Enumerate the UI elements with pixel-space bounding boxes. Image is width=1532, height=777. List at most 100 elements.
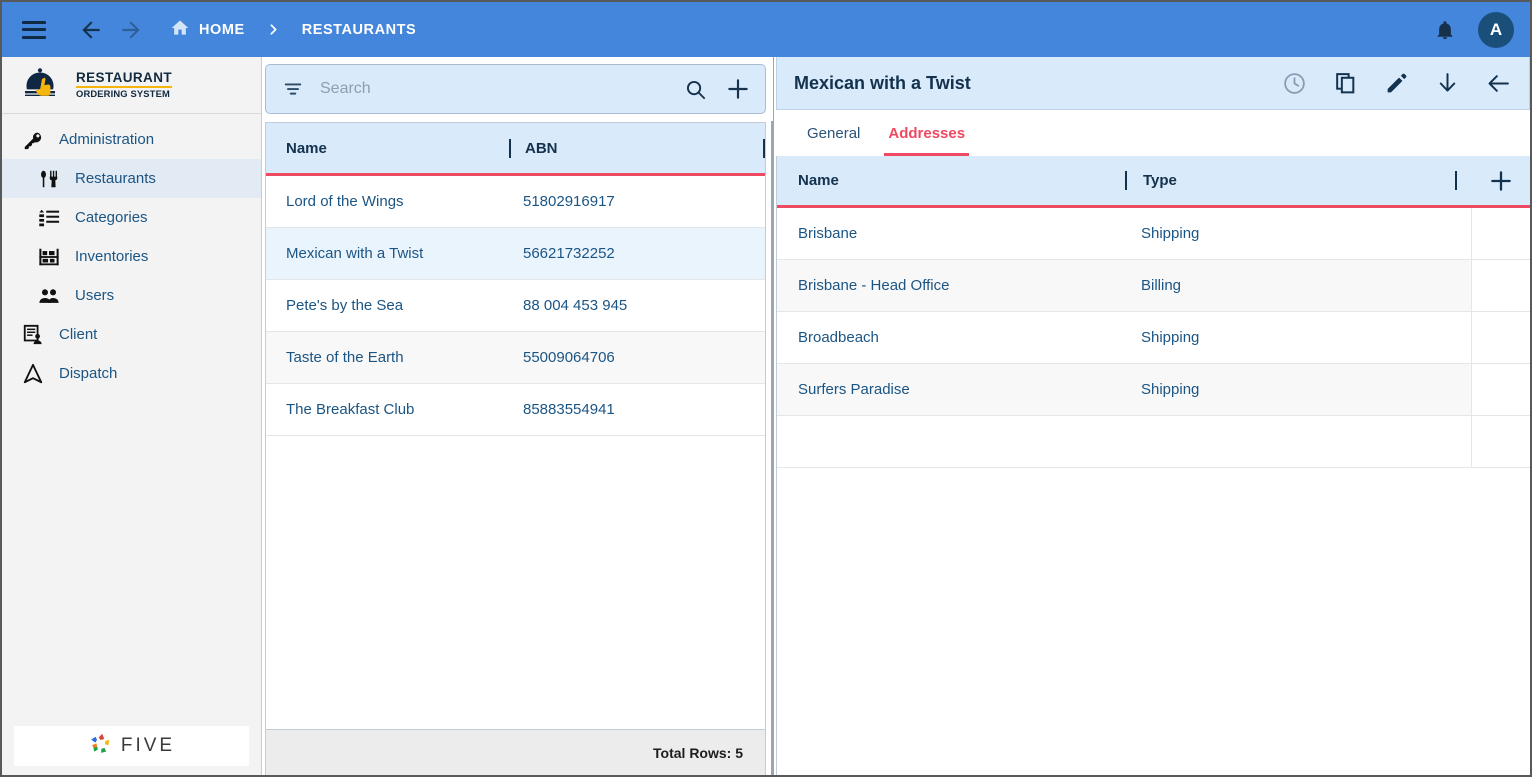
cell-actions	[1472, 364, 1530, 415]
dispatch-arrow-icon	[18, 363, 48, 385]
application-body: RESTAURANT ORDERING SYSTEM Administratio…	[2, 57, 1530, 775]
avatar-initial: A	[1489, 19, 1503, 39]
table-row[interactable]: Surfers Paradise Shipping	[777, 364, 1530, 416]
sidebar-item-label: Users	[75, 287, 115, 304]
table-row[interactable]: Brisbane - Head Office Billing	[777, 260, 1530, 312]
copy-icon[interactable]	[1333, 71, 1358, 96]
cell-abn: 55009064706	[523, 349, 615, 366]
cell-abn: 56621732252	[523, 245, 615, 262]
sidebar-item-dispatch[interactable]: Dispatch	[2, 354, 261, 393]
cell-name: Brisbane - Head Office	[798, 277, 950, 294]
cell-name: Taste of the Earth	[286, 349, 404, 366]
breadcrumb-current-label: RESTAURANTS	[301, 21, 417, 38]
sidebar-footer: FIVE	[2, 725, 261, 775]
cell-abn: 88 004 453 945	[523, 297, 628, 314]
empty-row	[777, 416, 1530, 468]
cell-name: Surfers Paradise	[798, 381, 910, 398]
table-row[interactable]: Pete's by the Sea 88 004 453 945	[266, 280, 765, 332]
sidebar-item-users[interactable]: Users	[2, 276, 261, 315]
cell-abn: 85883554941	[523, 401, 615, 418]
restaurants-list-panel: Name ABN Lord of the Wings 51802916917 M…	[262, 57, 774, 775]
bell-icon[interactable]	[1434, 19, 1456, 41]
sidebar-menu: Administration Restaurants Categories In…	[2, 114, 261, 725]
people-icon	[34, 285, 64, 307]
five-pinwheel-logo-icon	[88, 731, 114, 762]
cell-name: Brisbane	[798, 225, 858, 242]
sidebar-item-client[interactable]: Client	[2, 315, 261, 354]
breadcrumb-home-label: HOME	[199, 21, 245, 38]
addresses-grid: Name Type Brisbane Shipping Brisbane - H…	[776, 156, 1530, 775]
search-icon[interactable]	[684, 78, 707, 101]
hamburger-menu-icon[interactable]	[22, 20, 46, 39]
sidebar-item-categories[interactable]: Categories	[2, 198, 261, 237]
search-input[interactable]	[304, 80, 684, 98]
tab-addresses[interactable]: Addresses	[874, 110, 979, 156]
user-avatar[interactable]: A	[1478, 11, 1514, 48]
download-arrow-icon[interactable]	[1435, 71, 1460, 96]
restaurants-grid-footer: Total Rows: 5	[265, 729, 766, 775]
restaurants-grid-rows: Lord of the Wings 51802916917 Mexican wi…	[266, 176, 765, 729]
column-divider[interactable]	[763, 138, 765, 158]
detail-tabs: General Addresses	[776, 110, 1530, 156]
chevron-right-icon	[265, 21, 282, 38]
restaurant-detail-panel: Mexican with a Twist General Addresses N…	[774, 57, 1530, 775]
application-window: HOME RESTAURANTS A RESTAURANT ORDERING S…	[0, 0, 1532, 777]
table-row[interactable]: Taste of the Earth 55009064706	[266, 332, 765, 384]
back-arrow-icon[interactable]	[1486, 71, 1511, 96]
cell-type: Shipping	[1125, 312, 1472, 363]
column-header-name[interactable]: Name	[777, 156, 1125, 205]
sidebar-item-label: Categories	[75, 209, 148, 226]
five-logo: FIVE	[14, 726, 249, 766]
cell-name: Lord of the Wings	[286, 193, 404, 210]
sidebar-item-label: Administration	[59, 131, 155, 148]
sidebar-item-inventories[interactable]: Inventories	[2, 237, 261, 276]
column-header-name[interactable]: Name	[266, 123, 509, 173]
restaurants-grid: Name ABN Lord of the Wings 51802916917 M…	[265, 122, 766, 729]
cloche-hand-logo-icon	[20, 66, 66, 105]
forward-arrow-icon[interactable]	[114, 13, 148, 47]
list-icon	[34, 207, 64, 229]
cell-type: Shipping	[1125, 364, 1472, 415]
sidebar-item-administration[interactable]: Administration	[2, 120, 261, 159]
panel-resize-handle[interactable]	[771, 121, 774, 775]
cell-type: Billing	[1125, 260, 1472, 311]
cell-name: Broadbeach	[798, 329, 879, 346]
breadcrumb-home[interactable]: HOME	[170, 18, 245, 42]
sidebar-item-label: Dispatch	[59, 365, 118, 382]
column-header-abn[interactable]: ABN	[511, 123, 763, 173]
tab-label: Addresses	[888, 124, 966, 142]
add-restaurant-icon[interactable]	[725, 76, 751, 102]
brand-logo: RESTAURANT ORDERING SYSTEM	[2, 57, 261, 114]
table-row[interactable]: Mexican with a Twist 56621732252	[266, 228, 765, 280]
brand-line-1: RESTAURANT	[76, 69, 172, 85]
breadcrumb-current: RESTAURANTS	[302, 22, 417, 38]
table-row[interactable]: Brisbane Shipping	[777, 208, 1530, 260]
sidebar-item-label: Restaurants	[75, 170, 156, 187]
cell-name: Mexican with a Twist	[286, 245, 424, 262]
edit-pencil-icon[interactable]	[1384, 71, 1409, 96]
client-card-icon	[18, 324, 48, 346]
restaurants-grid-header: Name ABN	[266, 123, 765, 176]
cell-type: Shipping	[1125, 208, 1472, 259]
add-address-icon[interactable]	[1472, 168, 1530, 194]
total-rows-label: Total Rows: 5	[653, 744, 743, 761]
table-row[interactable]: Broadbeach Shipping	[777, 312, 1530, 364]
cell-name: The Breakfast Club	[286, 401, 415, 418]
filter-icon[interactable]	[282, 78, 304, 100]
table-row[interactable]: The Breakfast Club 85883554941	[266, 384, 765, 436]
history-clock-icon[interactable]	[1282, 71, 1307, 96]
addresses-grid-header: Name Type	[777, 156, 1530, 208]
detail-header: Mexican with a Twist	[776, 57, 1530, 110]
cell-abn: 51802916917	[523, 193, 615, 210]
column-header-type[interactable]: Type	[1127, 156, 1439, 205]
key-icon	[18, 129, 48, 151]
back-arrow-icon[interactable]	[74, 13, 108, 47]
search-bar	[265, 64, 766, 114]
table-row[interactable]: Lord of the Wings 51802916917	[266, 176, 765, 228]
top-navigation-bar: HOME RESTAURANTS A	[2, 2, 1530, 57]
sidebar-item-restaurants[interactable]: Restaurants	[2, 159, 261, 198]
detail-title: Mexican with a Twist	[794, 72, 971, 93]
tab-general[interactable]: General	[793, 110, 874, 156]
column-divider[interactable]	[1439, 171, 1472, 190]
fork-spoon-icon	[34, 168, 64, 190]
